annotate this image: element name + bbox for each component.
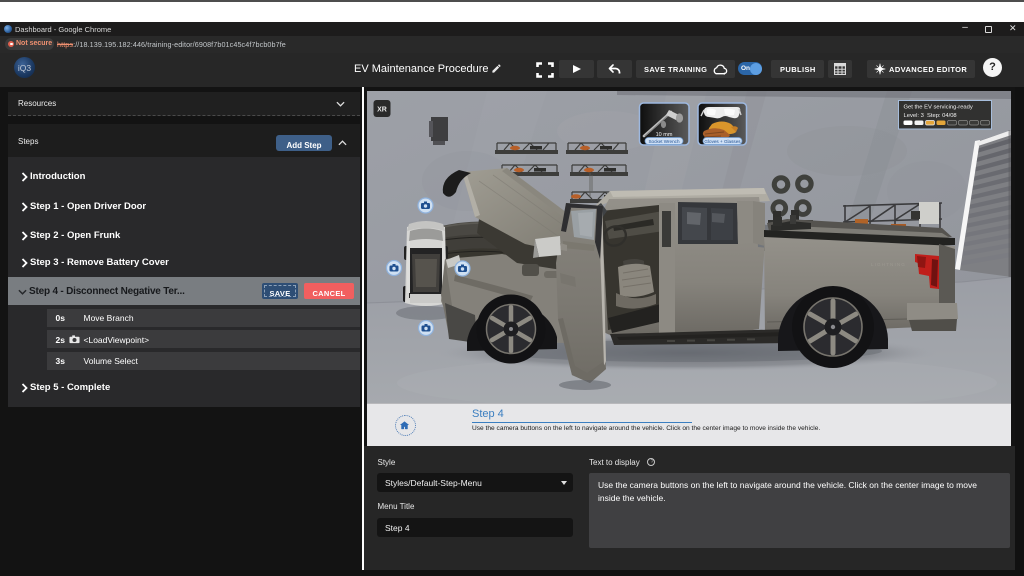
- svg-text:LIGHTNING: LIGHTNING: [871, 262, 906, 267]
- svg-text:Gloves + Glasses: Gloves + Glasses: [704, 139, 741, 144]
- svg-text:XR: XR: [377, 107, 387, 114]
- svg-text:Socket Wrench: Socket Wrench: [648, 139, 680, 144]
- svg-text:Level: 3: Level: 3: [903, 113, 923, 119]
- svg-text:Get the EV servicing-ready: Get the EV servicing-ready: [903, 105, 972, 111]
- svg-text:Step: 04/08: Step: 04/08: [927, 113, 957, 119]
